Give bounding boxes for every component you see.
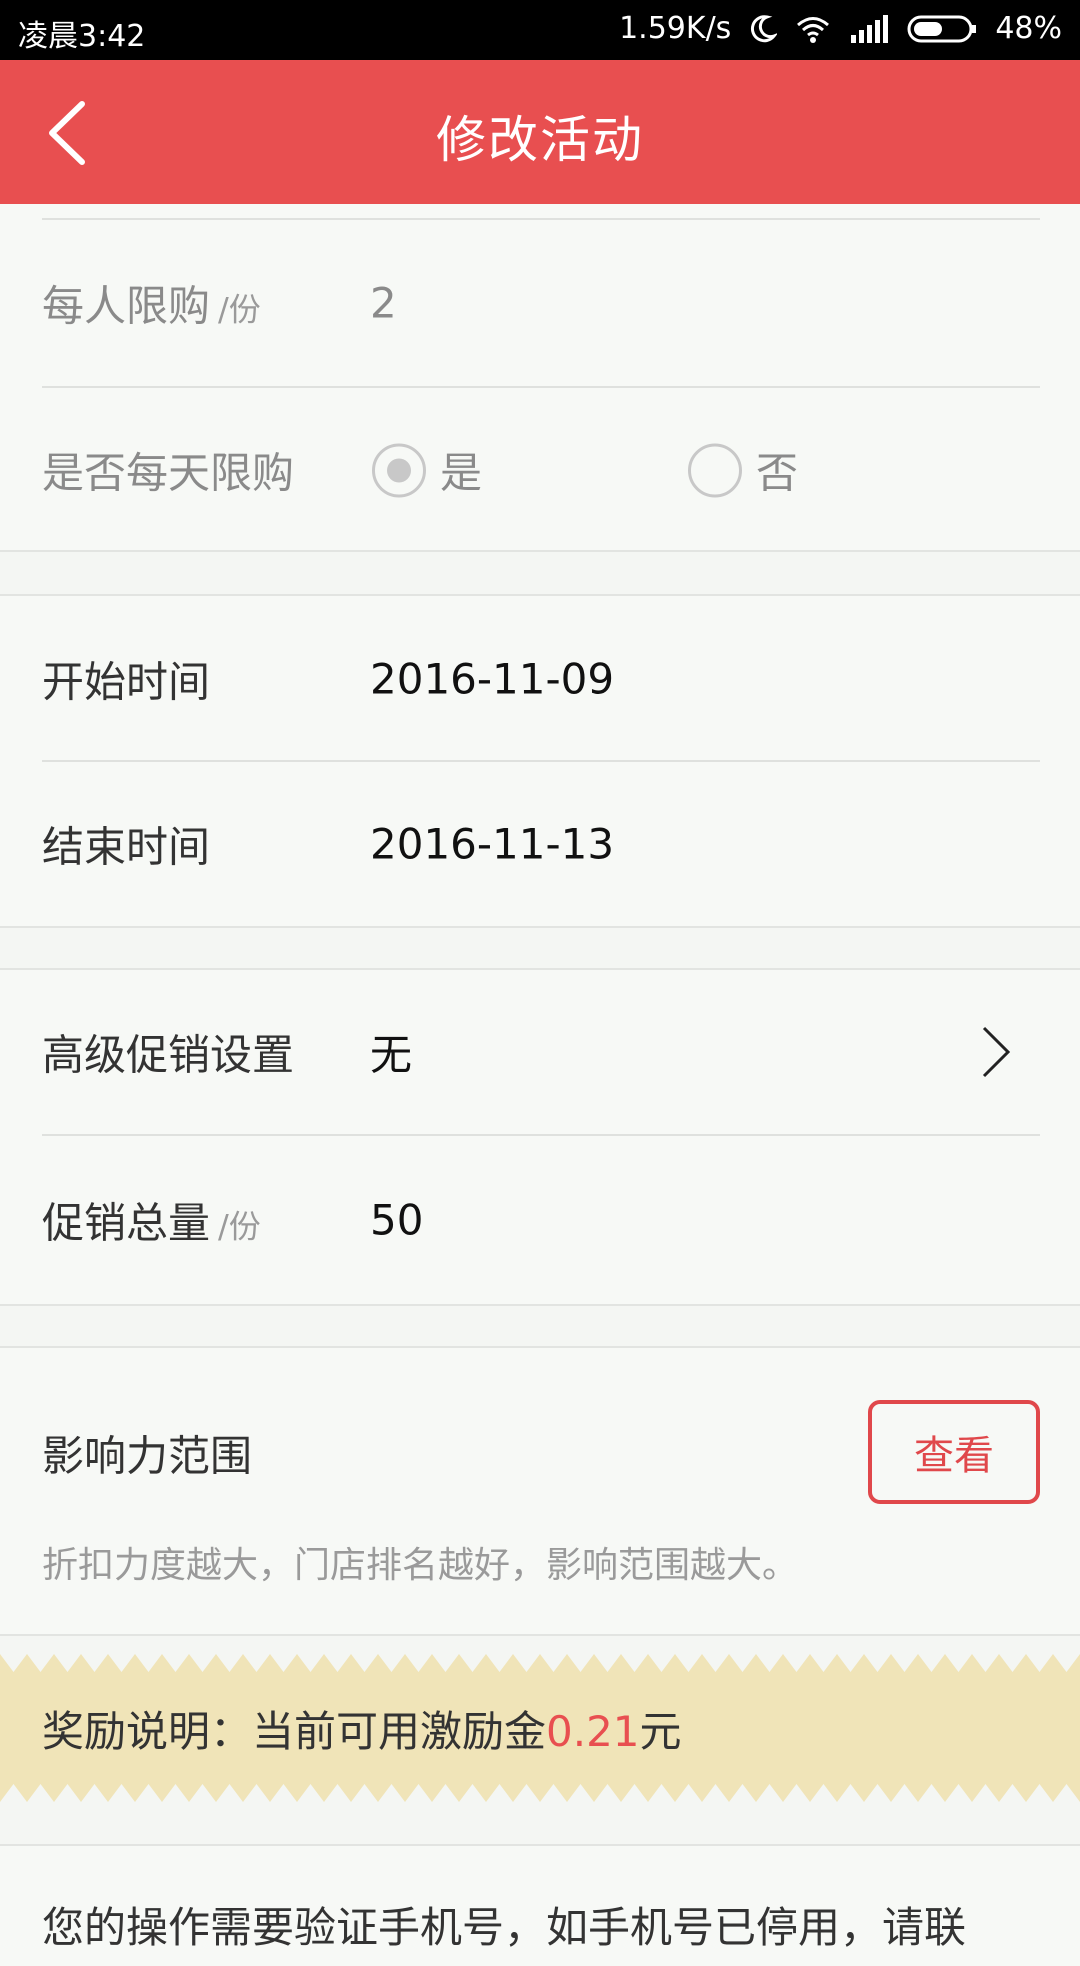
end-time-label: 结束时间 [42,822,211,872]
network-speed: 1.59K/s [619,11,732,46]
influence-section: 影响力范围 查看 折扣力度越大，门店排名越好，影响范围越大。 [0,1346,1080,1636]
advanced-promo-label: 高级促销设置 [42,1030,295,1080]
per-person-limit-label: 每人限购/份 [42,281,261,331]
per-person-limit-row: 每人限购/份 2 [42,220,1040,386]
start-time-value: 2016-11-09 [370,654,615,704]
radio-checked-icon [372,443,426,497]
promo-total-label: 促销总量/份 [42,1198,261,1248]
per-person-limit-value: 2 [370,278,397,328]
daily-limit-no-label: 否 [756,448,799,498]
page-title: 修改活动 [436,111,644,169]
promo-section: 高级促销设置 无 促销总量/份 50 [0,968,1080,1306]
date-section[interactable]: 开始时间 2016-11-09 结束时间 2016-11-13 [0,594,1080,928]
signal-icon [849,14,889,43]
daily-limit-label: 是否每天限购 [42,448,295,498]
daily-limit-yes-radio[interactable]: 是 [372,440,482,501]
end-time-value: 2016-11-13 [370,819,615,869]
start-time-label: 开始时间 [42,657,211,707]
reward-banner: 奖励说明：当前可用激励金0.21元 [0,1654,1080,1802]
advanced-promo-value: 无 [370,1030,413,1080]
influence-label: 影响力范围 [42,1431,253,1481]
radio-unchecked-icon [688,443,742,497]
end-time-row[interactable]: 结束时间 2016-11-13 [42,762,1040,926]
daily-limit-row: 是否每天限购 是 否 [42,388,1040,552]
app-header: 修改活动 [0,60,1080,204]
zigzag-bottom-edge [0,1784,1080,1802]
daily-limit-no-radio[interactable]: 否 [688,440,798,501]
phone-verify-text: 您的操作需要验证手机号，如手机号已停用，请联 [42,1903,967,1952]
reward-amount: 0.21 [546,1707,640,1756]
influence-hint: 折扣力度越大，门店排名越好，影响范围越大。 [42,1545,799,1586]
chevron-right-icon [982,1026,1011,1078]
limit-section: 每人限购/份 2 是否每天限购 是 否 [0,204,1080,552]
advanced-promo-row[interactable]: 高级促销设置 无 [42,970,1040,1134]
reward-suffix: 元 [639,1707,682,1756]
promo-total-row[interactable]: 促销总量/份 50 [42,1136,1040,1304]
start-time-row[interactable]: 开始时间 2016-11-09 [42,596,1040,762]
battery-percent: 48% [995,11,1062,46]
view-button[interactable]: 查看 [868,1400,1040,1504]
status-bar: 凌晨3:42 1.59K/s 48% [0,0,1080,60]
zigzag-top-edge [0,1654,1080,1672]
per-person-limit-unit: /份 [218,290,261,329]
influence-row: 影响力范围 查看 [42,1348,1040,1538]
battery-icon [907,14,977,44]
promo-total-value: 50 [370,1195,424,1245]
reward-prefix: 奖励说明：当前可用激励金 [42,1707,547,1756]
reward-text: 奖励说明：当前可用激励金0.21元 [42,1698,682,1759]
daily-limit-yes-label: 是 [440,448,483,498]
wifi-icon [795,14,831,44]
promo-total-unit: /份 [218,1207,261,1246]
status-time: 凌晨3:42 [18,19,146,54]
status-right: 1.59K/s 48% [619,11,1062,46]
moon-icon [749,14,778,44]
phone-verify-notice: 您的操作需要验证手机号，如手机号已停用，请联 [0,1844,1080,1966]
